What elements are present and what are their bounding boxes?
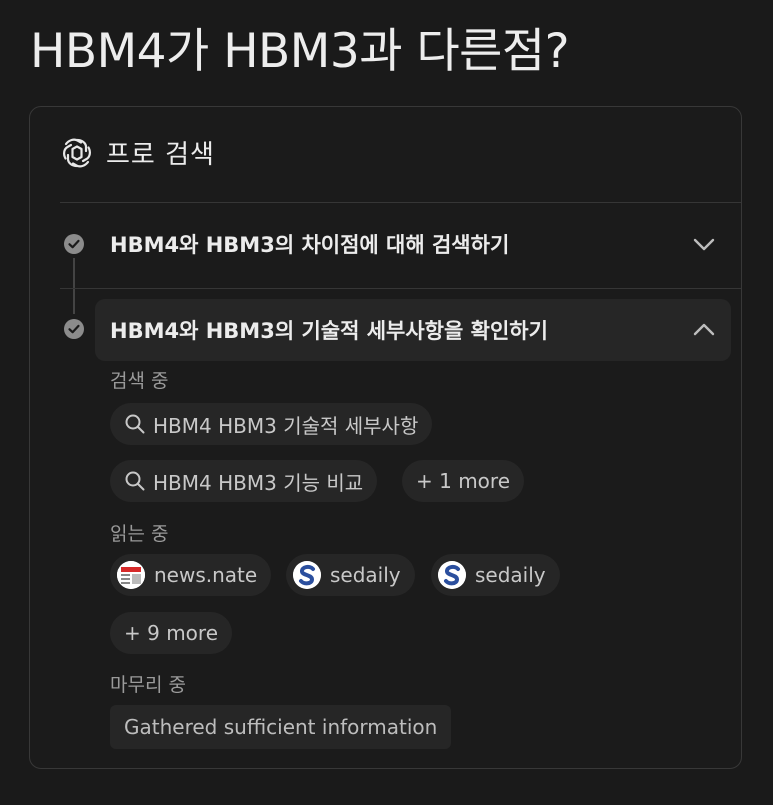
step-2-check-icon bbox=[64, 319, 84, 339]
sedaily-favicon-icon bbox=[438, 561, 466, 589]
source-name: sedaily bbox=[330, 563, 401, 587]
search-query-text: HBM4 HBM3 기능 비교 bbox=[153, 470, 364, 495]
step-1-label: HBM4와 HBM3의 차이점에 대해 검색하기 bbox=[110, 233, 510, 257]
search-query-text: HBM4 HBM3 기술적 세부사항 bbox=[153, 413, 419, 438]
more-sources-chip[interactable]: + 9 more bbox=[110, 612, 233, 654]
sedaily-favicon-icon bbox=[293, 561, 321, 589]
search-query-chip[interactable]: HBM4 HBM3 기술적 세부사항 bbox=[110, 403, 433, 445]
more-queries-chip[interactable]: + 1 more bbox=[402, 460, 525, 502]
chevron-down-icon[interactable] bbox=[691, 231, 717, 257]
pro-search-label: 프로 검색 bbox=[106, 140, 215, 170]
chevron-up-icon[interactable] bbox=[691, 317, 717, 343]
reading-label: 읽는 중 bbox=[110, 523, 169, 545]
news-favicon-icon bbox=[117, 561, 145, 589]
source-chip[interactable]: news.nate bbox=[110, 554, 272, 596]
searching-label: 검색 중 bbox=[110, 370, 169, 392]
step-divider bbox=[60, 288, 741, 289]
source-name: news.nate bbox=[154, 563, 258, 587]
finishing-status: Gathered sufficient information bbox=[110, 705, 452, 749]
pro-search-card: 프로 검색 HBM4와 HBM3의 차이점에 대해 검색하기 HBM4와 HBM… bbox=[29, 106, 742, 769]
page-title: HBM4가 HBM3과 다른점? bbox=[30, 24, 570, 79]
source-name: sedaily bbox=[475, 563, 546, 587]
step-1-check-icon bbox=[64, 234, 84, 254]
more-sources-text: + 9 more bbox=[124, 621, 219, 645]
header-divider bbox=[60, 202, 741, 203]
timeline-connector bbox=[73, 258, 75, 314]
step-check-technical-details[interactable]: HBM4와 HBM3의 기술적 세부사항을 확인하기 bbox=[95, 299, 731, 361]
source-chip[interactable]: sedaily bbox=[286, 554, 415, 596]
finishing-label: 마무리 중 bbox=[110, 674, 186, 696]
source-chip[interactable]: sedaily bbox=[431, 554, 560, 596]
more-queries-text: + 1 more bbox=[416, 469, 511, 493]
search-icon bbox=[125, 471, 145, 491]
search-query-chip[interactable]: HBM4 HBM3 기능 비교 bbox=[110, 460, 378, 502]
step-search-differences[interactable]: HBM4와 HBM3의 차이점에 대해 검색하기 bbox=[95, 213, 731, 275]
pro-search-header: 프로 검색 bbox=[60, 134, 215, 171]
pro-search-logo-icon bbox=[63, 138, 91, 167]
search-icon bbox=[125, 414, 145, 434]
step-2-label: HBM4와 HBM3의 기술적 세부사항을 확인하기 bbox=[110, 319, 548, 343]
